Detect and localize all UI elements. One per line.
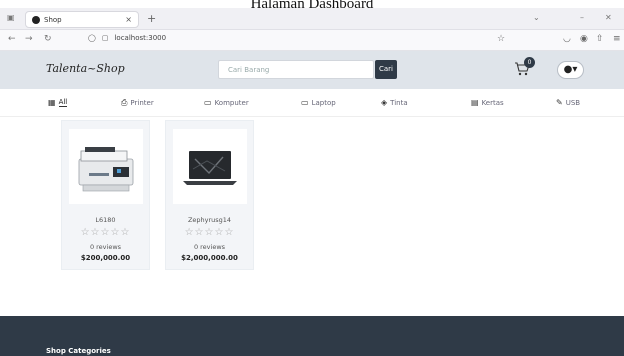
category-laptop[interactable]: ▭ Laptop [301, 98, 336, 107]
category-usb[interactable]: ✎ USB [556, 98, 580, 107]
address-bar: ← → ↻ ◯ ▢ localhost:3000 ☆ ◡ ◉ ⇧ ≡ [0, 30, 624, 51]
page-caption: Halaman Dashboard [250, 0, 374, 12]
product-card[interactable]: L6180 ☆☆☆☆☆ 0 reviews $200,000.00 [61, 120, 150, 270]
tab-close-icon[interactable]: × [125, 15, 132, 24]
page-icon: ▢ [101, 34, 109, 42]
category-label: Kertas [481, 98, 504, 107]
footer-shop-categories-title: Shop Categories [46, 347, 111, 355]
paper-icon: ▤ [471, 98, 479, 107]
category-label: All [58, 98, 68, 107]
site-footer: Shop Categories [0, 316, 624, 356]
category-label: Komputer [214, 98, 249, 107]
tab-list-chevron-icon[interactable]: ⌄ [533, 13, 540, 22]
usb-icon: ✎ [556, 98, 563, 107]
product-reviews: 0 reviews [193, 243, 226, 251]
account-icon[interactable]: ◉ [580, 34, 588, 44]
browser-tab[interactable]: Shop × [25, 11, 139, 28]
category-label: Printer [130, 99, 154, 107]
category-all[interactable]: ▦ All [48, 98, 68, 107]
close-window-icon[interactable]: ✕ [605, 13, 612, 22]
search-button[interactable]: Cari [375, 60, 397, 79]
sidebar-toggle-icon[interactable]: ▣ [7, 13, 15, 22]
category-label: Laptop [311, 98, 336, 107]
product-price: $200,000.00 [80, 254, 131, 262]
category-tinta[interactable]: ◈ Tinta [381, 98, 408, 107]
computer-icon: ▭ [204, 98, 212, 107]
category-nav: ▦ All ⎙ Printer ▭ Komputer ▭ Laptop ◈ Ti… [0, 89, 624, 117]
bookmark-star-icon[interactable]: ☆ [497, 34, 505, 44]
printer-icon: ⎙ [121, 98, 128, 107]
category-label: Tinta [390, 98, 408, 107]
forward-icon[interactable]: → [25, 34, 33, 44]
cart-button[interactable]: 0 [514, 57, 535, 79]
new-tab-button[interactable]: + [147, 12, 156, 25]
user-menu-button[interactable]: ●▾ [557, 61, 584, 79]
category-printer[interactable]: ⎙ Printer [121, 98, 154, 108]
search-input[interactable]: Cari Barang [218, 60, 374, 79]
url-text: localhost:3000 [114, 34, 167, 42]
shield-icon: ◯ [88, 34, 96, 42]
product-reviews: 0 reviews [89, 243, 122, 251]
product-card[interactable]: Zephyrusg14 ☆☆☆☆☆ 0 reviews $2,000,000.0… [165, 120, 254, 270]
user-avatar-icon: ●▾ [563, 64, 578, 75]
browser-tab-bar: ▣ Shop × + ⌄ – ✕ [0, 8, 624, 30]
product-image-printer[interactable] [69, 129, 143, 204]
product-rating-stars: ☆☆☆☆☆ [184, 227, 235, 238]
category-kertas[interactable]: ▤ Kertas [471, 98, 504, 107]
favicon-icon [32, 15, 40, 24]
tab-title: Shop [44, 15, 62, 24]
product-name[interactable]: L6180 [62, 216, 149, 224]
category-komputer[interactable]: ▭ Komputer [204, 98, 249, 107]
pocket-icon[interactable]: ◡ [563, 34, 571, 44]
category-label: USB [565, 98, 581, 107]
reload-icon[interactable]: ↻ [44, 34, 52, 44]
url-field[interactable]: ◯ ▢ localhost:3000 [88, 34, 166, 42]
product-image-laptop[interactable] [173, 129, 247, 204]
back-icon[interactable]: ← [8, 34, 16, 44]
ink-icon: ◈ [381, 98, 388, 107]
grid-icon: ▦ [48, 98, 56, 107]
product-rating-stars: ☆☆☆☆☆ [80, 227, 131, 238]
minimize-icon[interactable]: – [580, 13, 584, 22]
cart-count-badge: 0 [524, 57, 535, 68]
laptop-icon: ▭ [301, 98, 309, 107]
product-price: $2,000,000.00 [181, 254, 238, 262]
site-header: Talenta~Shop Cari Barang Cari 0 ●▾ [0, 51, 624, 89]
extensions-icon[interactable]: ⇧ [596, 34, 604, 44]
menu-icon[interactable]: ≡ [613, 34, 621, 44]
site-logo[interactable]: Talenta~Shop [46, 62, 125, 75]
product-name[interactable]: Zephyrusg14 [166, 216, 253, 224]
